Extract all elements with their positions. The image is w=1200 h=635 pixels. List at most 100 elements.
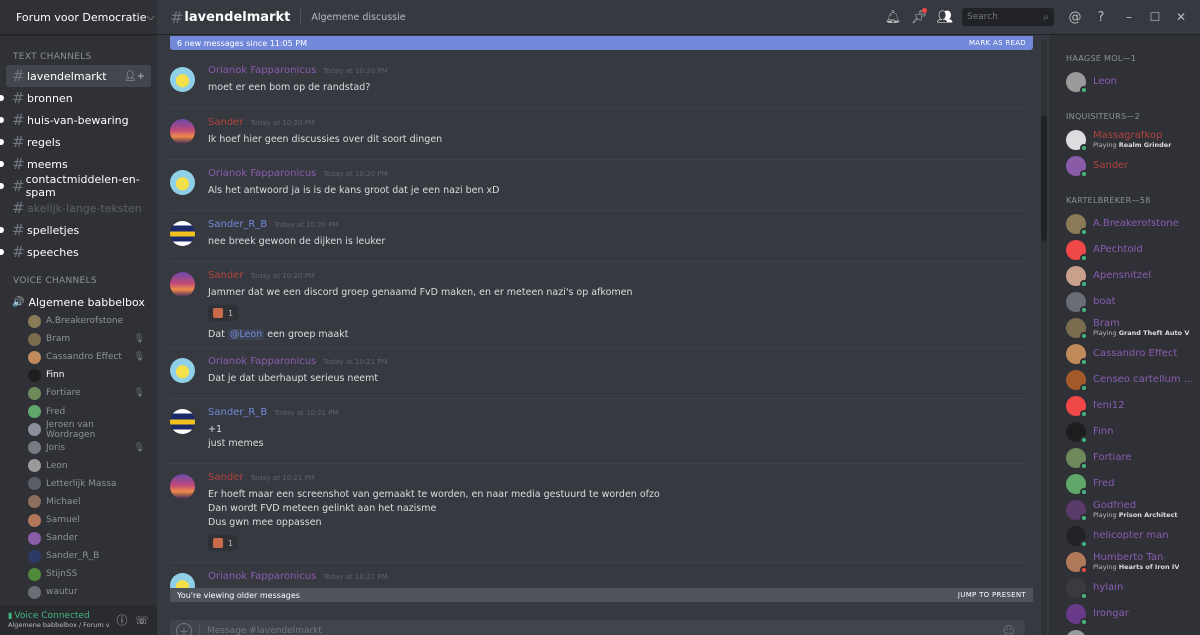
member-item[interactable]: APechtold — [1049, 237, 1200, 263]
voice-user[interactable]: Fred — [0, 402, 157, 420]
member-item[interactable]: helicopter man — [1049, 523, 1200, 549]
message-author[interactable]: Sander_R_B — [208, 219, 267, 230]
voice-user[interactable]: Sander — [0, 529, 157, 547]
message-author[interactable]: Sander — [208, 117, 243, 128]
new-messages-bar[interactable]: 6 new messages since 11:05 PM MARK AS RE… — [170, 36, 1033, 50]
channel-spelletjes[interactable]: # spelletjes — [0, 219, 151, 241]
member-item[interactable]: Leon — [1049, 69, 1200, 95]
member-item[interactable]: Censeo cartellum ... — [1049, 367, 1200, 393]
voice-user[interactable]: Leon — [0, 457, 157, 475]
voice-user[interactable]: Bram 🎙︎ — [0, 330, 157, 348]
member-item[interactable]: boat — [1049, 289, 1200, 315]
mention-icon[interactable]: @ — [1066, 8, 1084, 26]
member-item[interactable]: feni12 — [1049, 393, 1200, 419]
member-item[interactable]: Jack — [1049, 627, 1200, 635]
voice-user[interactable]: Michael — [0, 493, 157, 511]
voice-user[interactable]: Cassandro Effect 🎙︎ — [0, 348, 157, 366]
help-icon[interactable]: ? — [1092, 8, 1110, 26]
avatar[interactable] — [170, 474, 195, 499]
category-voice-channels[interactable]: VOICE CHANNELS — [0, 273, 157, 289]
voice-user[interactable]: Sander_R_B — [0, 547, 157, 565]
pin-icon[interactable]: 📌︎ — [910, 8, 928, 26]
channel-bronnen[interactable]: # bronnen — [0, 87, 151, 109]
channel-meems[interactable]: # meems — [0, 153, 151, 175]
voice-user[interactable]: Joris 🎙︎ — [0, 439, 157, 457]
channel-speeches[interactable]: # speeches — [0, 241, 151, 263]
emoji-icon[interactable]: ☺ — [1002, 624, 1015, 635]
channel-akelijk-lange-teksten[interactable]: # akelijk-lange-teksten — [6, 197, 151, 219]
voice-user[interactable]: Finn — [0, 366, 157, 384]
voice-user[interactable]: Fortiare 🎙︎ — [0, 384, 157, 402]
close-icon[interactable]: ✕ — [1170, 10, 1192, 24]
member-item[interactable]: A.Breakerofstone — [1049, 211, 1200, 237]
member-item[interactable]: Apensnitzel — [1049, 263, 1200, 289]
member-text: Sander — [1093, 161, 1128, 172]
voice-status[interactable]: ▮ Voice Connected — [8, 611, 109, 621]
invite-icon[interactable]: 👤︎+ — [124, 71, 145, 82]
avatar[interactable] — [170, 119, 195, 144]
voice-connection-panel: ▮ Voice Connected Algemene babbelbox / Fo… — [0, 605, 157, 635]
minimize-icon[interactable]: – — [1118, 10, 1140, 24]
reaction[interactable]: 1 — [208, 535, 239, 551]
jump-to-present-button[interactable]: JUMP TO PRESENT — [958, 591, 1026, 599]
avatar[interactable] — [170, 358, 195, 383]
voice-user[interactable]: Letterlijk Massa — [0, 475, 157, 493]
info-icon[interactable]: ⓘ — [115, 613, 129, 627]
bell-icon[interactable]: 🔔︎ — [884, 8, 902, 26]
category-text-channels[interactable]: TEXT CHANNELS — [0, 49, 157, 65]
message-author[interactable]: Orianok Fapparonicus — [208, 571, 316, 582]
voice-user[interactable]: A.Breakerofstone — [0, 312, 157, 330]
message-header: Sander_R_B Today at 10:20 PM — [208, 219, 339, 230]
guild-header[interactable]: Forum voor Democratie ⌵ — [0, 0, 157, 35]
voice-user[interactable]: wautur — [0, 583, 157, 601]
channel-contactmiddelen-en-spam[interactable]: # contactmiddelen-en-spam — [0, 173, 151, 199]
message-author[interactable]: Orianok Fapparonicus — [208, 356, 316, 367]
avatar[interactable] — [170, 170, 195, 195]
member-item[interactable]: Irongar — [1049, 601, 1200, 627]
members-icon[interactable]: 👥︎ — [936, 8, 954, 26]
channel-lavendelmarkt[interactable]: # lavendelmarkt 👤︎+ — [6, 65, 151, 87]
channel-regels[interactable]: # regels — [0, 131, 151, 153]
member-item[interactable]: Massagrafkop Playing Realm Grinder — [1049, 127, 1200, 153]
member-item[interactable]: Cassandro Effect — [1049, 341, 1200, 367]
avatar[interactable] — [170, 409, 195, 434]
member-item[interactable]: Godfried Playing Prison Architect — [1049, 497, 1200, 523]
member-item[interactable]: Bram Playing Grand Theft Auto V — [1049, 315, 1200, 341]
voice-user-name: Finn — [46, 370, 65, 381]
channel-label: huis-van-bewaring — [27, 113, 129, 127]
reaction[interactable]: 1 — [208, 305, 239, 321]
search-input[interactable]: Search ⌕ — [962, 8, 1054, 26]
member-name: Irongar — [1093, 608, 1129, 619]
member-item[interactable]: Finn — [1049, 419, 1200, 445]
message-text-part: een groep maakt — [264, 329, 349, 340]
voice-user[interactable]: StijnSS — [0, 565, 157, 583]
upload-icon[interactable]: + — [176, 623, 192, 635]
member-item[interactable]: Fred — [1049, 471, 1200, 497]
member-item[interactable]: Sander — [1049, 153, 1200, 179]
avatar[interactable] — [170, 221, 195, 246]
mark-as-read-button[interactable]: MARK AS READ — [969, 39, 1026, 47]
avatar[interactable] — [170, 67, 195, 92]
avatar[interactable] — [170, 272, 195, 297]
member-item[interactable]: Fortiare — [1049, 445, 1200, 471]
message-author[interactable]: Sander — [208, 472, 243, 483]
voice-channel[interactable]: 🔊 Algemene babbelbox — [6, 292, 151, 312]
older-messages-bar[interactable]: You're viewing older messages JUMP TO PR… — [170, 588, 1033, 602]
message-scrollbar[interactable] — [1041, 40, 1047, 635]
member-item[interactable]: hylain — [1049, 575, 1200, 601]
voice-user[interactable]: Samuel — [0, 511, 157, 529]
channel-huis-van-bewaring[interactable]: # huis-van-bewaring — [0, 109, 151, 131]
member-item[interactable]: Humberto Tan Playing Hearts of Iron IV — [1049, 549, 1200, 575]
voice-user[interactable]: Jeroen van Wordragen — [0, 420, 157, 440]
status-indicator — [1080, 566, 1088, 574]
message-author[interactable]: Orianok Fapparonicus — [208, 65, 316, 76]
disconnect-icon[interactable]: ☏ — [135, 613, 149, 627]
message-author[interactable]: Orianok Fapparonicus — [208, 168, 316, 179]
chevron-down-icon[interactable]: ⌵ — [147, 10, 155, 24]
message-input[interactable] — [207, 626, 1003, 635]
message-author[interactable]: Sander_R_B — [208, 407, 267, 418]
scrollbar-thumb[interactable] — [1041, 115, 1047, 241]
message-author[interactable]: Sander — [208, 270, 243, 281]
user-mention[interactable]: @Leon — [227, 329, 265, 340]
maximize-icon[interactable]: ☐ — [1144, 10, 1166, 24]
